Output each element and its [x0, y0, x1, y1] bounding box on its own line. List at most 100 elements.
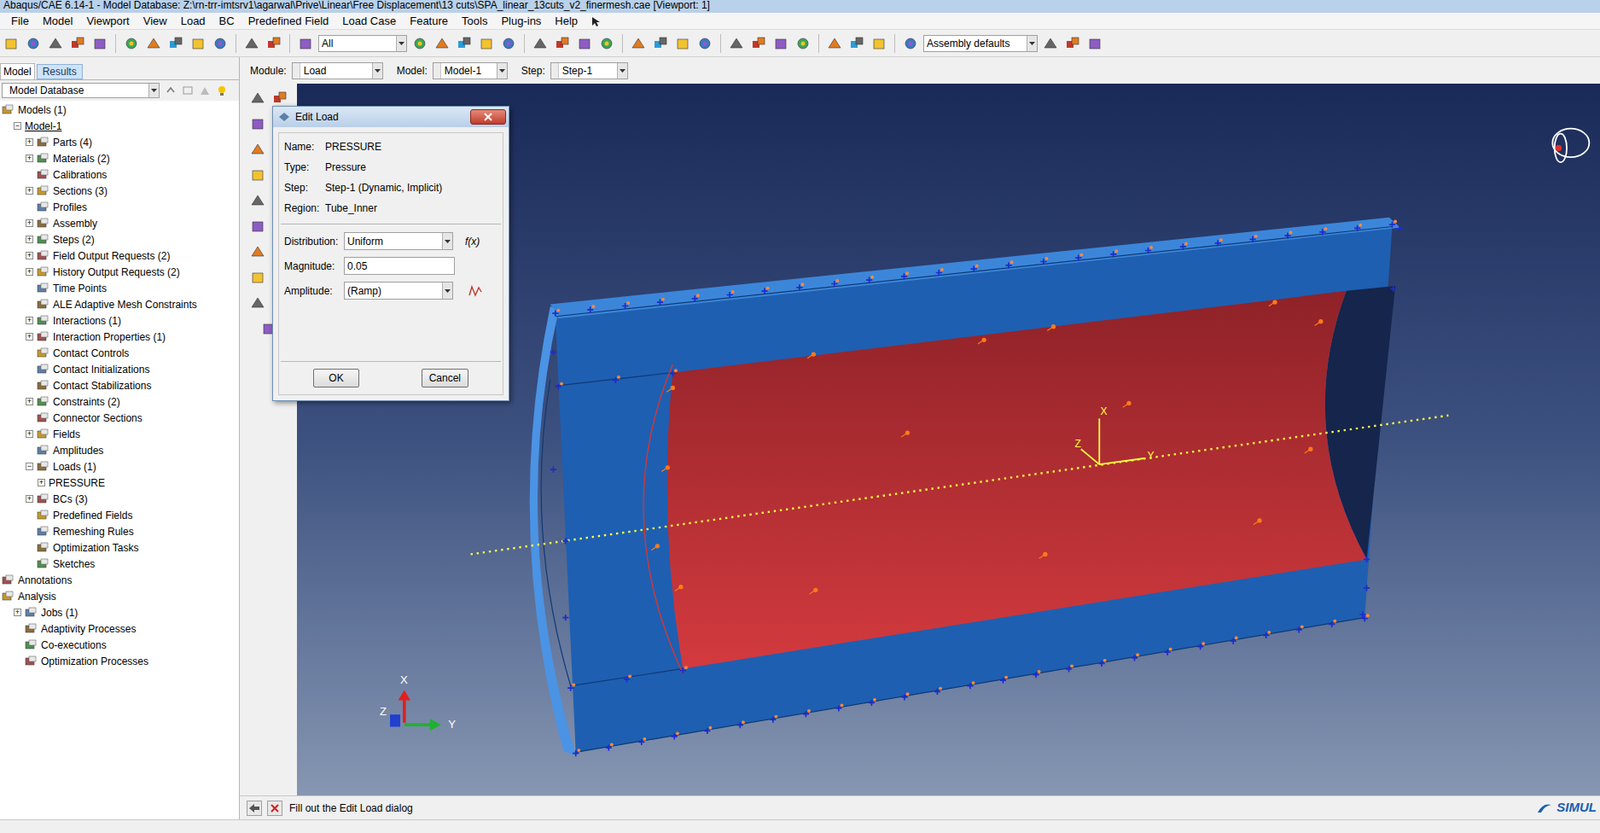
tree-item[interactable]: Models (1) [0, 101, 239, 118]
tree-item[interactable]: −Loads (1) [0, 458, 239, 475]
tree-item[interactable]: Annotations [0, 571, 239, 588]
menu-item[interactable]: File [10, 12, 30, 30]
tree-toggle[interactable]: + [25, 316, 34, 325]
tree-item[interactable]: Calibrations [0, 166, 239, 183]
tree-item[interactable]: Contact Initializations [0, 360, 239, 378]
toolbar-button[interactable] [575, 34, 594, 53]
amplitude-create-button[interactable] [453, 285, 498, 297]
distribution-select[interactable]: Uniform [343, 232, 454, 251]
render-style-select[interactable]: Assembly defaults [923, 34, 1038, 53]
tube-part[interactable] [529, 217, 1401, 756]
tree-item[interactable]: Optimization Processes [0, 652, 239, 670]
toolbar-button[interactable] [825, 34, 844, 53]
model-select[interactable]: Model-1 [432, 62, 508, 80]
toolbar-button[interactable] [477, 34, 496, 53]
tree-item[interactable]: +Constraints (2) [0, 393, 239, 410]
toolbar-button[interactable] [296, 34, 315, 53]
toolbar-button[interactable] [248, 165, 268, 185]
tree-item[interactable]: Contact Controls [0, 344, 239, 361]
toolbar-button[interactable] [1063, 34, 1083, 53]
toolbar-button[interactable] [410, 34, 430, 53]
toolbar-button[interactable] [651, 34, 670, 53]
tree-toggle[interactable]: + [37, 478, 46, 487]
toolbar-button[interactable] [90, 34, 110, 53]
menu-item[interactable]: Predefined Field [247, 12, 331, 30]
toolbar-button[interactable] [869, 34, 889, 53]
tube-inner-surface[interactable] [667, 290, 1368, 670]
tree-toggle[interactable]: + [25, 186, 34, 195]
menu-item[interactable]: View [142, 12, 169, 30]
tree-toggle[interactable]: − [25, 462, 34, 471]
toolbar-button[interactable] [749, 34, 768, 53]
module-select[interactable]: Load [291, 62, 384, 80]
toolbar-button[interactable] [847, 34, 867, 53]
tree-toggle[interactable]: + [25, 154, 34, 163]
toolbar-button[interactable] [166, 34, 186, 53]
tree-item[interactable]: +Interaction Properties (1) [0, 328, 239, 345]
tree-item[interactable]: +Sections (3) [0, 182, 239, 199]
menu-item[interactable]: Load Case [341, 12, 397, 30]
toolbar-button[interactable] [248, 242, 268, 262]
tree-item[interactable]: +Materials (2) [0, 150, 239, 167]
toolbar-button[interactable] [248, 267, 268, 287]
function-button[interactable]: f(x) [453, 233, 498, 250]
toolbar-button[interactable] [248, 293, 268, 313]
menu-item[interactable]: Feature [408, 12, 449, 30]
toolbar-button[interactable] [122, 34, 141, 53]
toolbar-button[interactable] [264, 34, 284, 53]
menu-item[interactable]: Plug-ins [500, 12, 542, 30]
tree-item[interactable]: Connector Sections [0, 409, 239, 426]
tree-item[interactable]: +BCs (3) [0, 490, 239, 507]
toolbar-button[interactable] [1041, 34, 1060, 53]
toolbar-button[interactable] [499, 34, 518, 53]
tree-item[interactable]: Optimization Tasks [0, 539, 239, 556]
tree-item[interactable]: +History Output Requests (2) [0, 263, 239, 280]
toolbar-button[interactable] [248, 191, 268, 210]
toolbar-button[interactable] [454, 34, 474, 53]
toolbar-button[interactable] [188, 34, 208, 53]
step-select[interactable]: Step-1 [550, 62, 629, 80]
amplitude-select[interactable]: (Ramp) [343, 281, 454, 300]
toolbar-button[interactable] [23, 34, 43, 53]
tree-item[interactable]: Profiles [0, 198, 239, 216]
panel-tab[interactable]: Model [0, 63, 35, 80]
close-button[interactable] [470, 109, 507, 125]
tree-toggle[interactable]: + [25, 251, 34, 260]
tree-toggle[interactable]: − [13, 122, 22, 130]
tree-item[interactable]: Contact Stabilizations [0, 377, 239, 394]
toolbar-button[interactable] [270, 88, 290, 108]
scan-icon[interactable] [198, 84, 211, 97]
tree-source-select[interactable]: Model Database [1, 82, 160, 99]
toolbar-button[interactable] [727, 34, 746, 53]
menu-item[interactable]: Load [180, 12, 207, 30]
tree-toggle[interactable]: + [25, 138, 34, 146]
tree-item[interactable]: Time Points [0, 279, 239, 297]
back-button[interactable] [246, 800, 262, 816]
tree-item[interactable]: +Parts (4) [0, 133, 239, 151]
tree-toggle[interactable]: + [25, 267, 34, 276]
toolbar-button[interactable] [673, 34, 693, 53]
toolbar-button[interactable] [552, 34, 572, 53]
toolbar-button[interactable] [242, 34, 262, 53]
toolbar-button[interactable] [628, 34, 648, 53]
tree-item[interactable]: +Fields [0, 425, 239, 443]
menu-item[interactable]: Tools [460, 12, 489, 30]
magnitude-input[interactable] [343, 256, 455, 275]
menu-item[interactable]: Help [553, 12, 579, 30]
tree-toggle[interactable]: + [25, 494, 34, 503]
lightbulb-icon[interactable] [215, 84, 228, 97]
view-compass-icon[interactable] [1552, 128, 1589, 163]
tree-item[interactable]: +Field Output Requests (2) [0, 247, 239, 264]
toolbar-button[interactable] [1085, 34, 1105, 53]
toolbar-button[interactable] [248, 139, 268, 159]
tree-item[interactable]: +Assembly [0, 215, 239, 232]
toolbar-button[interactable] [248, 216, 268, 236]
filter-icon[interactable] [181, 84, 194, 97]
toolbar-button[interactable] [597, 34, 617, 53]
tree-item[interactable]: Co-executions [0, 636, 239, 653]
dialog-button[interactable]: Cancel [421, 368, 469, 388]
toolbar-button[interactable] [793, 34, 813, 53]
tree-item[interactable]: Sketches [0, 555, 239, 572]
toolbar-button[interactable] [248, 114, 268, 134]
tree-toggle[interactable]: + [25, 397, 34, 406]
